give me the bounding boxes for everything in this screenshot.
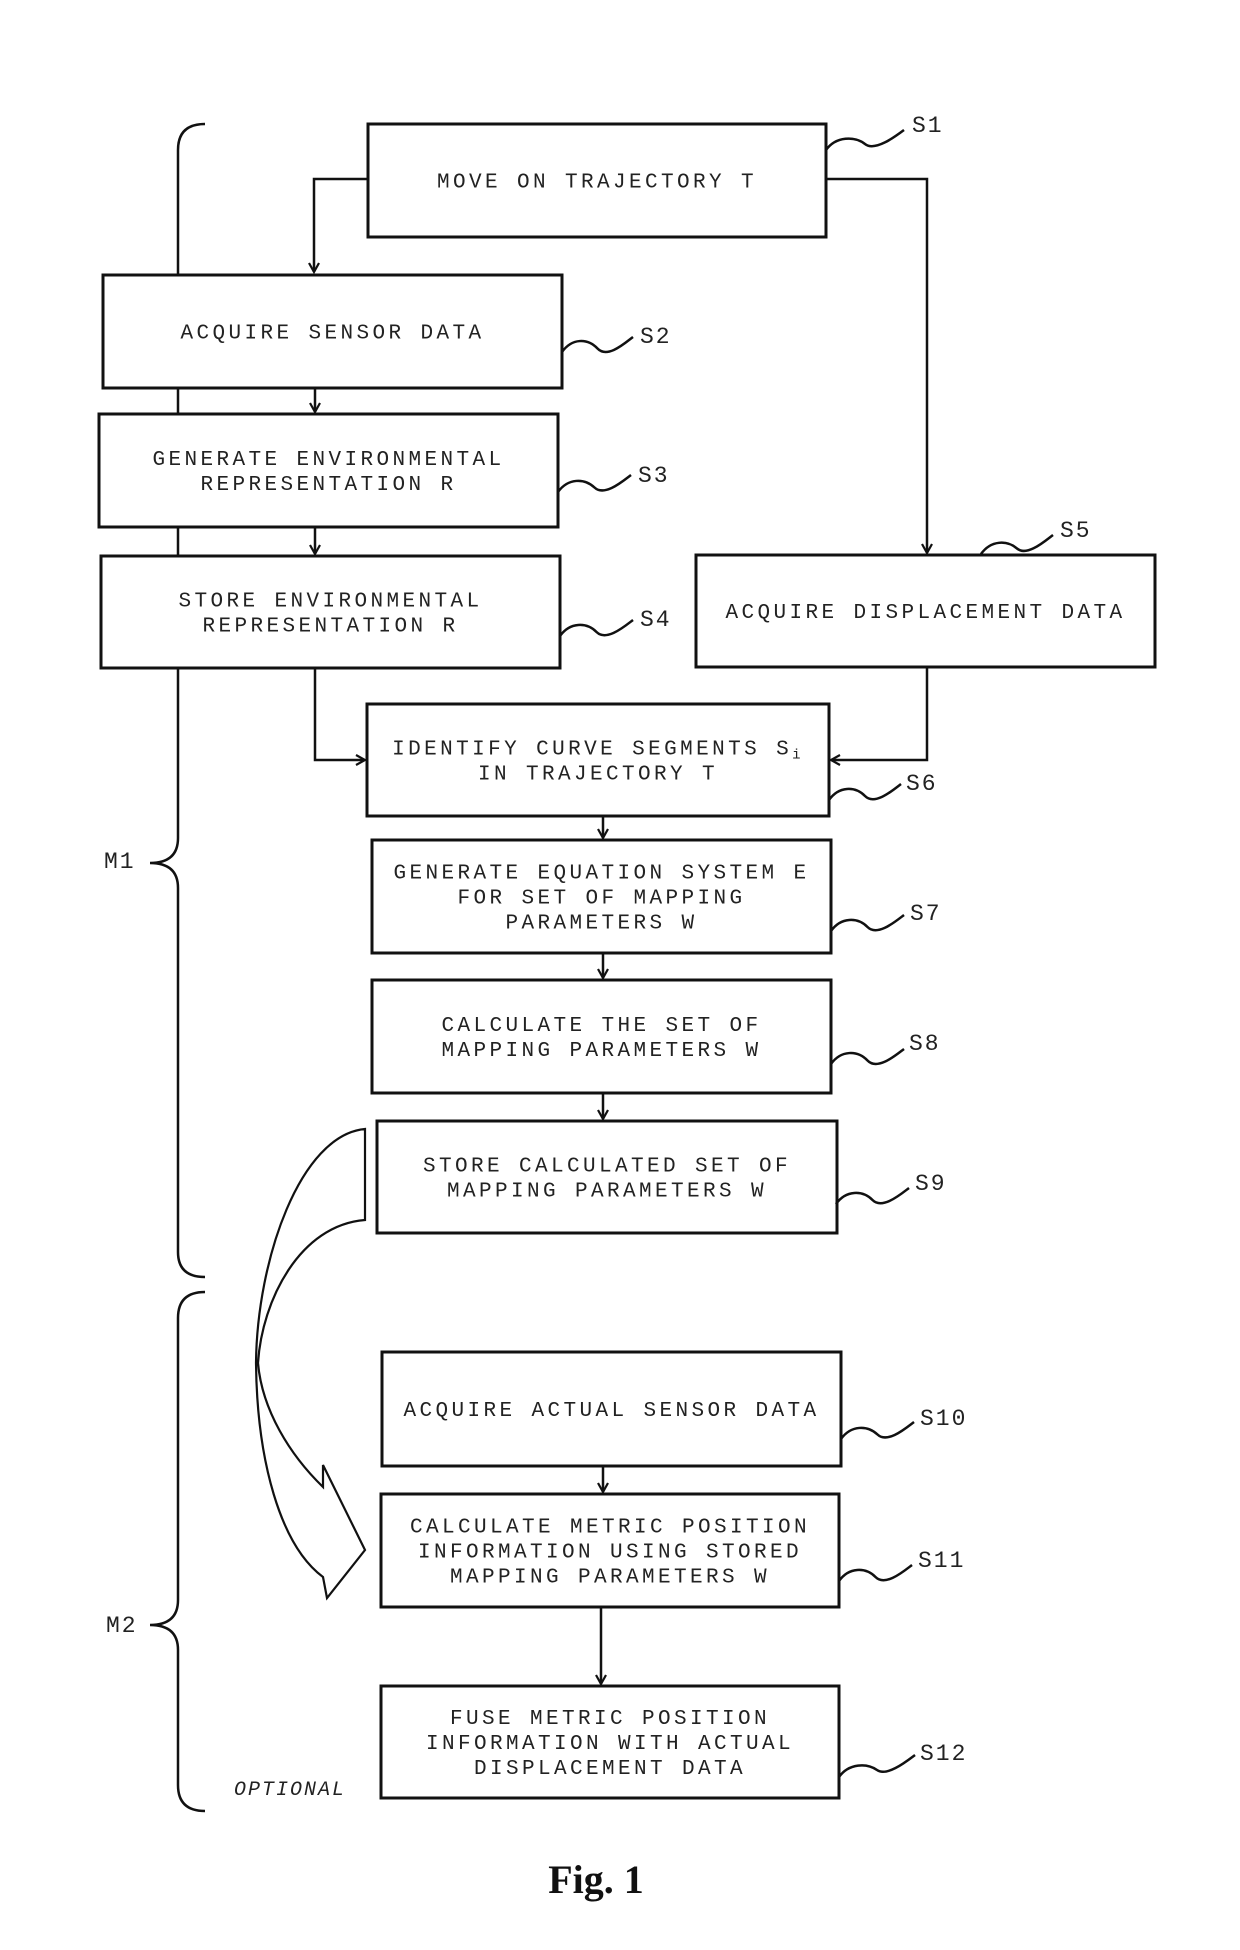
brace-m2 [149, 1290, 206, 1813]
step-text-line: REPRESENTATION R [200, 474, 456, 497]
step-text-line: CALCULATE THE SET OF [441, 1015, 761, 1038]
leader-line [837, 1564, 913, 1582]
step-text-line: PARAMETERS W [505, 913, 697, 936]
leader-line [560, 336, 634, 354]
subscript: i [792, 748, 804, 764]
step-text-line: DISPLACEMENT DATA [474, 1758, 746, 1781]
step-s5: ACQUIRE DISPLACEMENT DATA S5 [694, 518, 1157, 669]
step-label: S7 [910, 901, 942, 927]
step-text-line: GENERATE ENVIRONMENTAL [152, 449, 504, 472]
step-label: S4 [640, 607, 672, 633]
leader-line [829, 1048, 905, 1066]
step-text-line: MAPPING PARAMETERS W [441, 1040, 761, 1063]
step-s4: STORE ENVIRONMENTALREPRESENTATION R S4 [99, 554, 672, 670]
step-text-line: STORE CALCULATED SET OF [423, 1156, 791, 1179]
step-s1: MOVE ON TRAJECTORY T S1 [366, 113, 944, 239]
leader-line [827, 783, 902, 801]
step-label: S2 [640, 324, 672, 350]
leader-line [824, 129, 905, 151]
connector-s5-s6 [831, 667, 929, 760]
step-text-line: ACQUIRE SENSOR DATA [180, 323, 484, 346]
step-s10: ACQUIRE ACTUAL SENSOR DATA S10 [380, 1350, 967, 1468]
connector-s1-s5 [826, 177, 927, 553]
step-label: S10 [920, 1406, 967, 1432]
step-text-line: MAPPING PARAMETERS W [450, 1567, 770, 1590]
leader-line [837, 1754, 916, 1778]
figure-caption: Fig. 1 [548, 1857, 644, 1902]
step-text-line: IDENTIFY CURVE SEGMENTS Si [392, 739, 804, 764]
step-text-line: IN TRAJECTORY T [478, 764, 718, 787]
step-text-line: ACQUIRE ACTUAL SENSOR DATA [403, 1400, 819, 1423]
step-text-line: CALCULATE METRIC POSITION [410, 1517, 810, 1540]
connector-s1-s2 [314, 177, 368, 272]
step-label: S1 [912, 113, 944, 139]
step-label: S8 [909, 1031, 941, 1057]
step-label: S5 [1060, 518, 1092, 544]
step-text-line: MAPPING PARAMETERS W [447, 1181, 767, 1204]
step-label: S12 [920, 1741, 967, 1767]
step-text-line: GENERATE EQUATION SYSTEM E [393, 863, 809, 886]
step-text-line: STORE ENVIRONMENTAL [178, 591, 482, 614]
step-s12: FUSE METRIC POSITIONINFORMATION WITH ACT… [379, 1684, 967, 1800]
step-s9: STORE CALCULATED SET OFMAPPING PARAMETER… [375, 1119, 947, 1235]
step-text-line: INFORMATION WITH ACTUAL [426, 1733, 794, 1756]
optional-note: OPTIONAL [234, 1779, 346, 1802]
phase-label-m2: M2 [106, 1613, 138, 1639]
leader-line [834, 1187, 910, 1205]
step-s11: CALCULATE METRIC POSITIONINFORMATION USI… [379, 1492, 965, 1609]
step-text-line: MOVE ON TRAJECTORY T [437, 172, 757, 195]
step-label: S6 [906, 771, 938, 797]
step-s7: GENERATE EQUATION SYSTEM EFOR SET OF MAP… [370, 838, 942, 955]
step-text-line: FUSE METRIC POSITION [450, 1708, 770, 1731]
step-label: S11 [918, 1548, 965, 1574]
phase-label-m1: M1 [104, 849, 136, 875]
leader-line [979, 534, 1054, 555]
connector-s4-s6 [313, 668, 365, 760]
step-text-line: REPRESENTATION R [202, 616, 458, 639]
transfer-arrow-icon [254, 1127, 367, 1601]
step-label: S3 [638, 463, 670, 489]
leader-line [829, 914, 905, 932]
step-text-line: FOR SET OF MAPPING [457, 888, 745, 911]
step-s8: CALCULATE THE SET OFMAPPING PARAMETERS W… [370, 978, 941, 1095]
leader-line [558, 619, 634, 637]
step-text-line: INFORMATION USING STORED [418, 1542, 802, 1565]
step-s3: GENERATE ENVIRONMENTALREPRESENTATION R S3 [97, 412, 670, 529]
leader-line [556, 474, 632, 493]
step-label: S9 [915, 1171, 947, 1197]
leader-line [839, 1421, 915, 1440]
flowchart: M1 M2 OPTIONAL MOVE ON TRAJECTORY T S1 ACQ… [97, 113, 1157, 1902]
step-s2: ACQUIRE SENSOR DATA S2 [101, 273, 672, 390]
step-text-line: ACQUIRE DISPLACEMENT DATA [725, 602, 1125, 625]
